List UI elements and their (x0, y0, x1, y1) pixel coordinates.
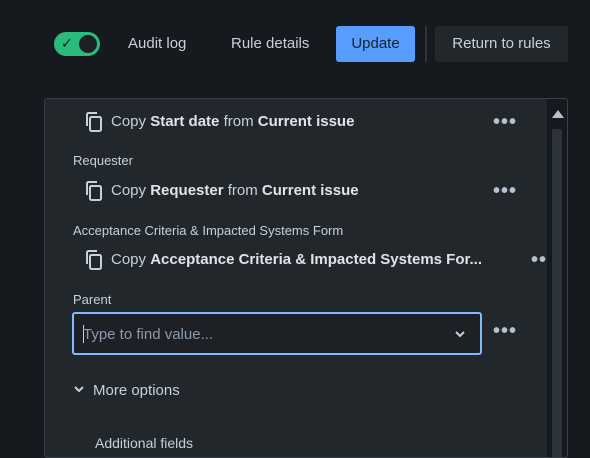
parent-label: Parent (73, 292, 112, 307)
rule-details-button[interactable]: Rule details (217, 26, 323, 62)
check-icon: ✓ (61, 35, 73, 51)
copy-icon (85, 250, 103, 270)
additional-fields-label: Additional fields (95, 435, 194, 451)
acceptance-criteria-label: Acceptance Criteria & Impacted Systems F… (73, 223, 344, 238)
scroll-up-icon[interactable] (552, 110, 564, 118)
return-to-rules-button[interactable]: Return to rules (435, 26, 568, 62)
parent-select[interactable] (72, 312, 482, 355)
toggle-knob (79, 35, 97, 53)
copy-start-date-row[interactable]: Copy Start date from Current issue (85, 109, 354, 135)
toolbar: ✓ Audit log Rule details Update Return t… (0, 0, 590, 90)
rule-enabled-toggle[interactable]: ✓ (54, 32, 100, 56)
more-icon[interactable]: ••• (493, 112, 517, 132)
more-icon[interactable]: ••• (493, 321, 517, 341)
requester-label: Requester (73, 153, 133, 168)
more-options-label: More options (93, 382, 180, 399)
scrollbar[interactable] (547, 99, 567, 457)
copy-acceptance-criteria-text: Copy Acceptance Criteria & Impacted Syst… (111, 251, 482, 268)
parent-search-input[interactable] (83, 323, 423, 345)
edit-fields-panel: Copy Start date from Current issue ••• R… (44, 98, 568, 458)
chevron-down-icon[interactable] (454, 327, 466, 339)
copy-start-date-text: Copy Start date from Current issue (111, 113, 355, 130)
more-options-toggle[interactable]: More options (73, 382, 180, 399)
chevron-down-icon (73, 382, 85, 399)
audit-log-button[interactable]: Audit log (114, 26, 200, 62)
more-icon[interactable]: ••• (493, 181, 517, 201)
scroll-thumb[interactable] (552, 129, 562, 457)
update-button[interactable]: Update (336, 26, 415, 62)
copy-acceptance-criteria-row[interactable]: Copy Acceptance Criteria & Impacted Syst… (85, 247, 521, 273)
copy-requester-row[interactable]: Copy Requester from Current issue (85, 178, 359, 204)
copy-icon (85, 181, 103, 201)
copy-requester-text: Copy Requester from Current issue (111, 182, 359, 199)
copy-icon (85, 112, 103, 132)
toolbar-divider (425, 26, 427, 62)
